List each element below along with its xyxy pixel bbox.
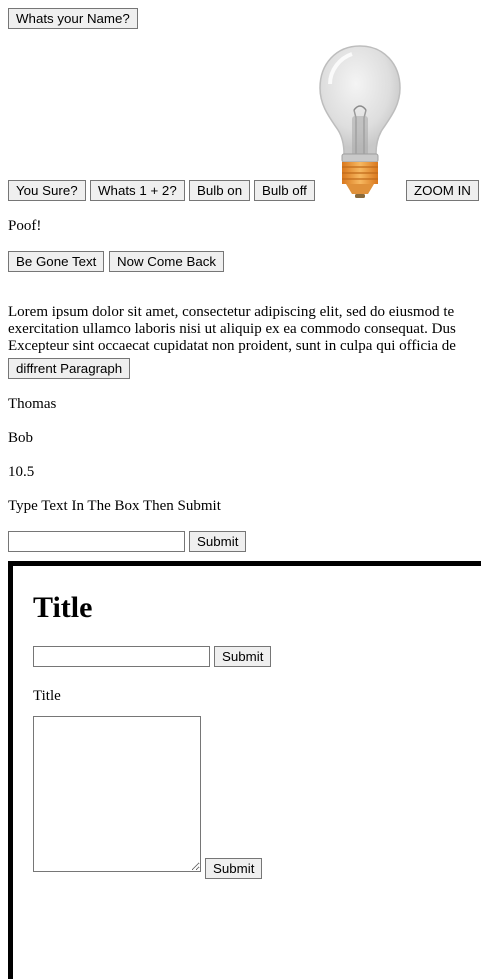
frame-submit-button[interactable]: Submit bbox=[214, 646, 272, 667]
different-paragraph-button[interactable]: diffrent Paragraph bbox=[8, 358, 131, 379]
frame-textarea[interactable] bbox=[33, 716, 201, 872]
name-bob: Bob bbox=[8, 430, 34, 446]
lorem-line: Excepteur sint occaecat cupidatat non pr… bbox=[8, 338, 456, 354]
main-submit-button[interactable]: Submit bbox=[189, 531, 247, 552]
frame-title: Title bbox=[33, 591, 93, 624]
main-text-input[interactable] bbox=[8, 531, 185, 552]
poof-text: Poof! bbox=[8, 218, 42, 234]
whats-your-name-button[interactable]: Whats your Name? bbox=[8, 8, 138, 29]
you-sure-button[interactable]: You Sure? bbox=[8, 180, 86, 201]
zoom-in-button[interactable]: ZOOM IN bbox=[406, 180, 479, 201]
name-thomas: Thomas bbox=[8, 396, 57, 412]
frame-text-input[interactable] bbox=[33, 646, 210, 667]
instruction-text: Type Text In The Box Then Submit bbox=[8, 498, 221, 514]
frame-label: Title bbox=[33, 688, 61, 704]
lorem-paragraph: Lorem ipsum dolor sit amet, consectetur … bbox=[8, 304, 478, 355]
lorem-line: Lorem ipsum dolor sit amet, consectetur … bbox=[8, 304, 455, 320]
be-gone-text-button[interactable]: Be Gone Text bbox=[8, 251, 105, 272]
whats-1-plus-2-button[interactable]: Whats 1 + 2? bbox=[90, 180, 185, 201]
bulb-off-button[interactable]: Bulb off bbox=[254, 180, 315, 201]
bulb-on-button[interactable]: Bulb on bbox=[189, 180, 251, 201]
now-come-back-button[interactable]: Now Come Back bbox=[109, 251, 225, 272]
lorem-line: exercitation ullamco laboris nisi ut ali… bbox=[8, 321, 456, 337]
embedded-frame: Title Submit Title Submit bbox=[8, 561, 481, 979]
lightbulb-off-icon[interactable] bbox=[316, 44, 404, 200]
number-value: 10.5 bbox=[8, 464, 35, 480]
frame-textarea-submit-button[interactable]: Submit bbox=[205, 858, 263, 879]
